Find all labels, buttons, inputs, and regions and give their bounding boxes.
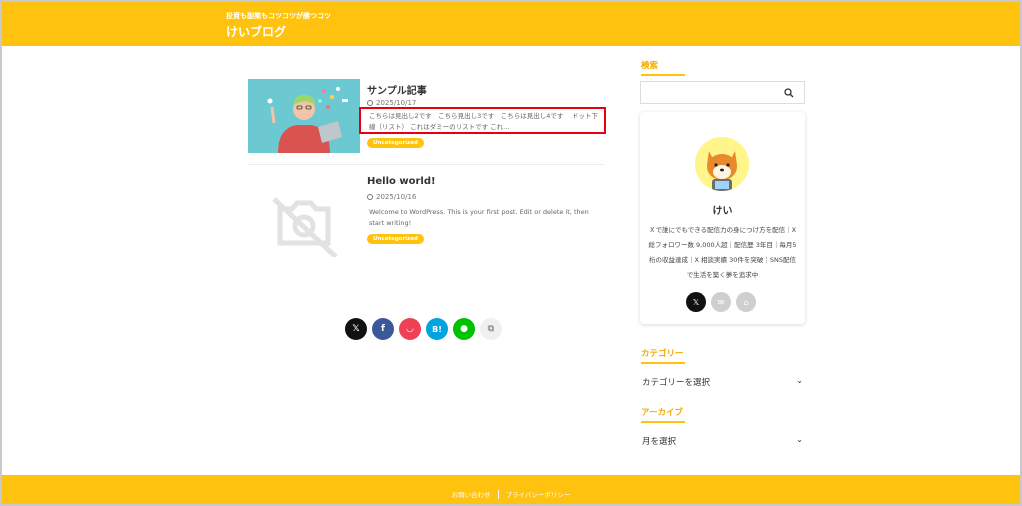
profile-home-link[interactable]: ⌂ (736, 292, 756, 312)
clock-icon (367, 194, 373, 200)
search-input[interactable] (645, 85, 780, 100)
post-date-text: 2025/10/16 (376, 193, 417, 201)
category-badge[interactable]: Uncategorized (367, 138, 424, 148)
category-heading: カテゴリー (641, 349, 684, 359)
shiba-dog-avatar-icon (695, 137, 749, 191)
share-x-button[interactable]: 𝕏 (345, 318, 367, 340)
footer-contact-link[interactable]: お問い合わせ (452, 491, 491, 499)
heading-underline (641, 421, 685, 423)
profile-x-link[interactable]: 𝕏 (686, 292, 706, 312)
x-icon: 𝕏 (692, 297, 700, 307)
page-frame: 投資も副業もコツコツが勝つコツ けいブログ サンプル記事 2025/10/17 … (0, 0, 1022, 506)
share-buttons: 𝕏 f ◡ B! ● ⧉ (345, 318, 502, 340)
line-icon: ● (460, 324, 468, 334)
share-pocket-button[interactable]: ◡ (399, 318, 421, 340)
footer-divider (497, 490, 499, 499)
heading-underline (641, 74, 685, 76)
post-date-text: 2025/10/17 (376, 99, 417, 107)
share-hatena-button[interactable]: B! (426, 318, 448, 340)
share-line-button[interactable]: ● (453, 318, 475, 340)
footer-links: お問い合わせ プライバシーポリシー (2, 489, 1020, 499)
share-facebook-button[interactable]: f (372, 318, 394, 340)
no-image-icon (272, 197, 338, 259)
site-tagline: 投資も副業もコツコツが勝つコツ (226, 12, 331, 20)
post-excerpt: こちらは見出し2です こちら見出し3です こちらは見出し4です ドット下線（リス… (369, 112, 598, 131)
site-title-link[interactable]: けいブログ (226, 23, 286, 40)
pocket-icon: ◡ (406, 324, 414, 334)
profile-name: けい (712, 206, 733, 217)
post-excerpt: Welcome to WordPress. This is your first… (369, 208, 589, 227)
hatena-icon: B! (432, 324, 442, 334)
category-badge[interactable]: Uncategorized (367, 234, 424, 244)
facebook-icon: f (381, 324, 385, 334)
copy-link-button[interactable]: ⧉ (480, 318, 502, 340)
search-widget (640, 81, 805, 104)
archive-select[interactable]: 月を選択 ⌄ (642, 435, 807, 449)
archive-heading: アーカイブ (641, 408, 683, 418)
search-heading: 検索 (641, 61, 659, 71)
post-date: 2025/10/17 (367, 99, 416, 107)
archive-select-value: 月を選択 (642, 437, 677, 447)
search-icon[interactable] (784, 88, 794, 98)
category-select[interactable]: カテゴリーを選択 ⌄ (642, 376, 807, 390)
chevron-down-icon: ⌄ (796, 376, 803, 385)
copy-icon: ⧉ (487, 324, 495, 334)
home-icon: ⌂ (743, 297, 749, 307)
x-icon: 𝕏 (352, 324, 360, 334)
profile-social-links: 𝕏 ✉ ⌂ (686, 292, 756, 312)
post-title[interactable]: サンプル記事 (367, 82, 427, 97)
avatar (695, 137, 749, 191)
chevron-down-icon: ⌄ (796, 435, 803, 444)
post-card-sample[interactable]: サンプル記事 2025/10/17 こちらは見出し2です こちら見出し3です こ… (248, 79, 606, 165)
footer-privacy-link[interactable]: プライバシーポリシー (506, 491, 571, 499)
profile-mail-link[interactable]: ✉ (711, 292, 731, 312)
clock-icon (367, 100, 373, 106)
mail-icon: ✉ (717, 297, 725, 307)
post-thumbnail[interactable] (248, 183, 360, 259)
post-date: 2025/10/16 (367, 193, 416, 201)
profile-card: けい Ｘで誰にでもできる配信力の身につけ方を配信｜X 総フォロワー数 9,000… (640, 112, 805, 324)
category-select-value: カテゴリーを選択 (642, 378, 711, 388)
heading-underline (641, 362, 685, 364)
site-footer: お問い合わせ プライバシーポリシー (2, 475, 1020, 504)
post-thumbnail[interactable] (248, 79, 360, 153)
post-card-hello-world[interactable]: Hello world! 2025/10/16 Welcome to WordP… (248, 173, 604, 263)
profile-bio: Ｘで誰にでもできる配信力の身につけ方を配信｜X 総フォロワー数 9,000人超｜… (648, 226, 797, 279)
site-header: 投資も副業もコツコツが勝つコツ けいブログ (2, 2, 1020, 46)
post-title[interactable]: Hello world! (367, 176, 436, 187)
person-with-laptop-illustration (248, 79, 360, 153)
